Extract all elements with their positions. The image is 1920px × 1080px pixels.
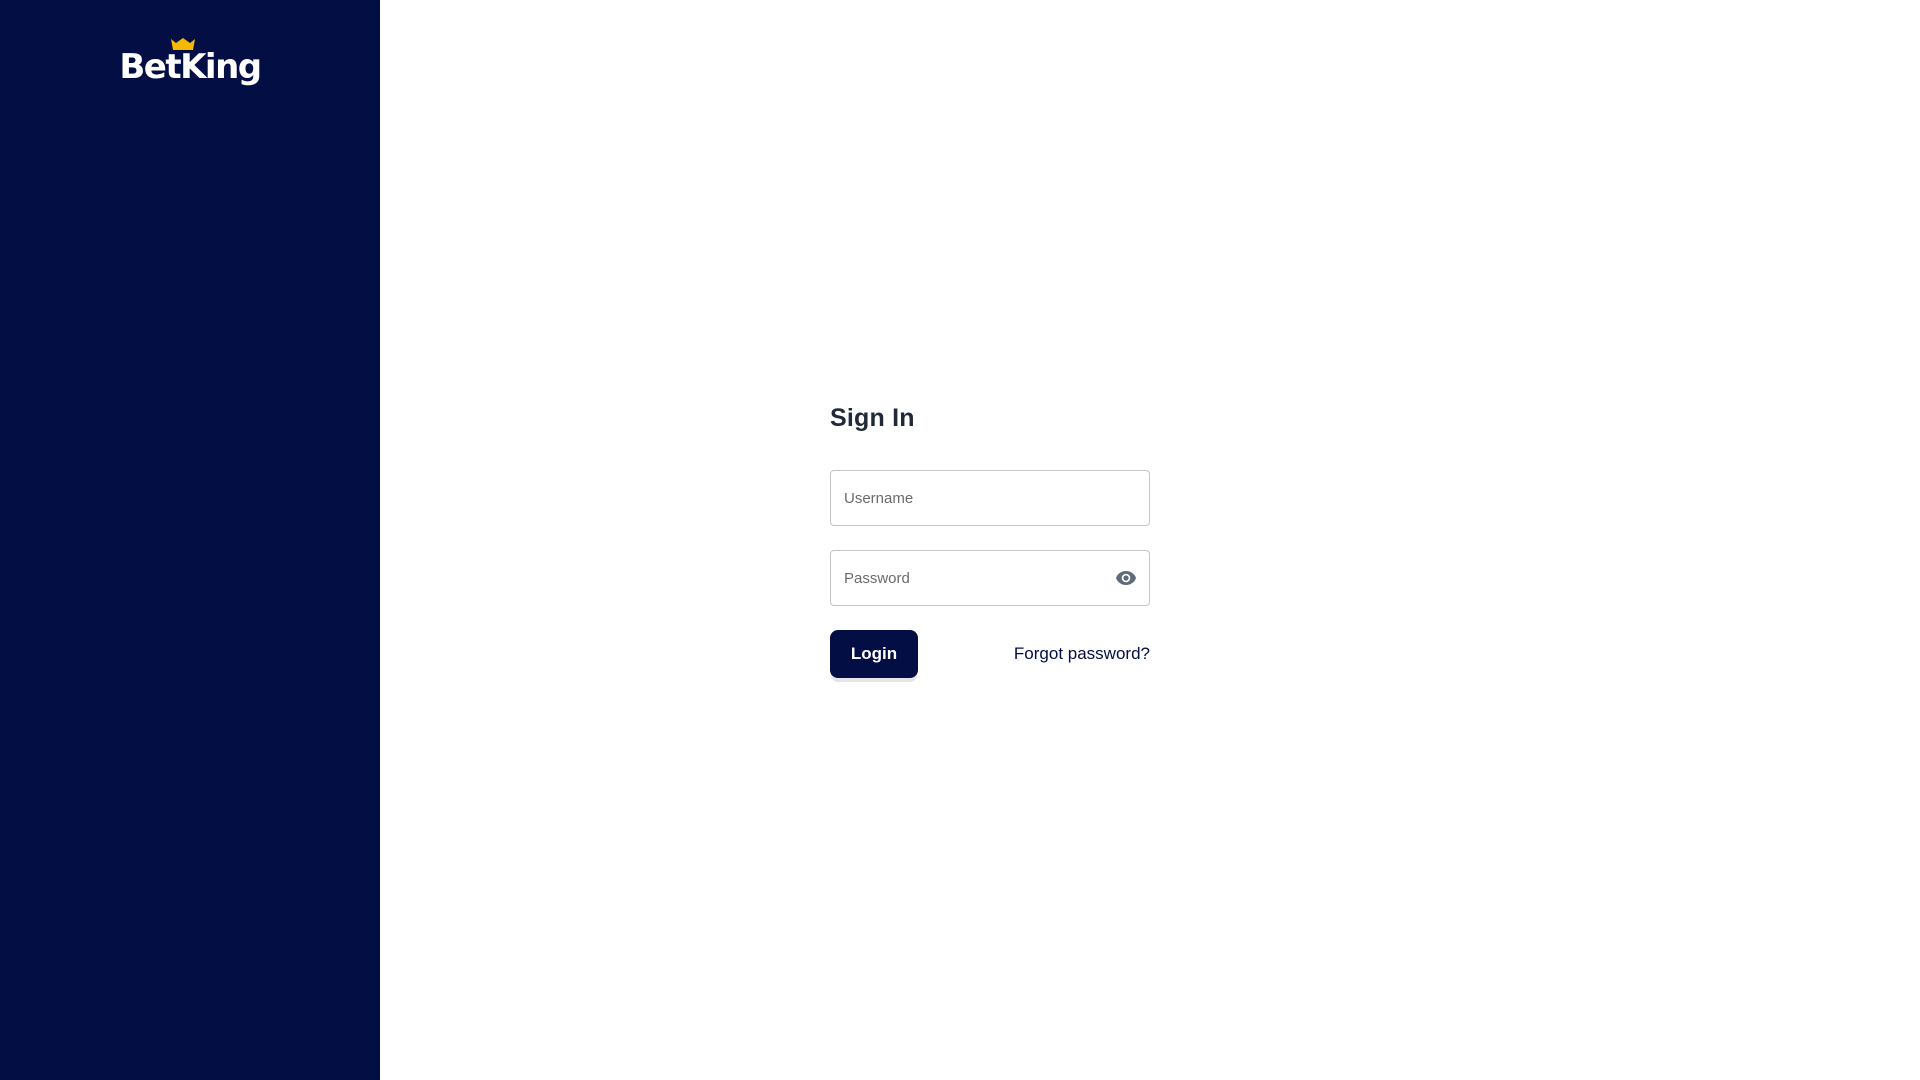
login-button[interactable]: Login xyxy=(830,630,918,678)
eye-icon xyxy=(1116,571,1136,585)
sign-in-form: Sign In Login Forgot password? xyxy=(830,400,1150,678)
username-input[interactable] xyxy=(831,471,1149,525)
app-root: BetKing Sign In Login xyxy=(0,0,1920,1080)
sidebar: BetKing xyxy=(0,0,380,1080)
username-field xyxy=(830,470,1150,526)
toggle-password-visibility-button[interactable] xyxy=(1113,565,1139,591)
forgot-password-link[interactable]: Forgot password? xyxy=(1014,644,1150,664)
form-actions: Login Forgot password? xyxy=(830,630,1150,678)
main-content: Sign In Login Forgot password? xyxy=(380,0,1920,1080)
page-title: Sign In xyxy=(830,404,915,432)
password-input[interactable] xyxy=(831,551,1149,605)
betking-logo: BetKing xyxy=(119,38,262,87)
password-field xyxy=(830,550,1150,606)
brand: BetKing xyxy=(0,38,380,84)
crown-icon xyxy=(171,38,196,50)
logo-text: BetKing xyxy=(119,47,262,87)
